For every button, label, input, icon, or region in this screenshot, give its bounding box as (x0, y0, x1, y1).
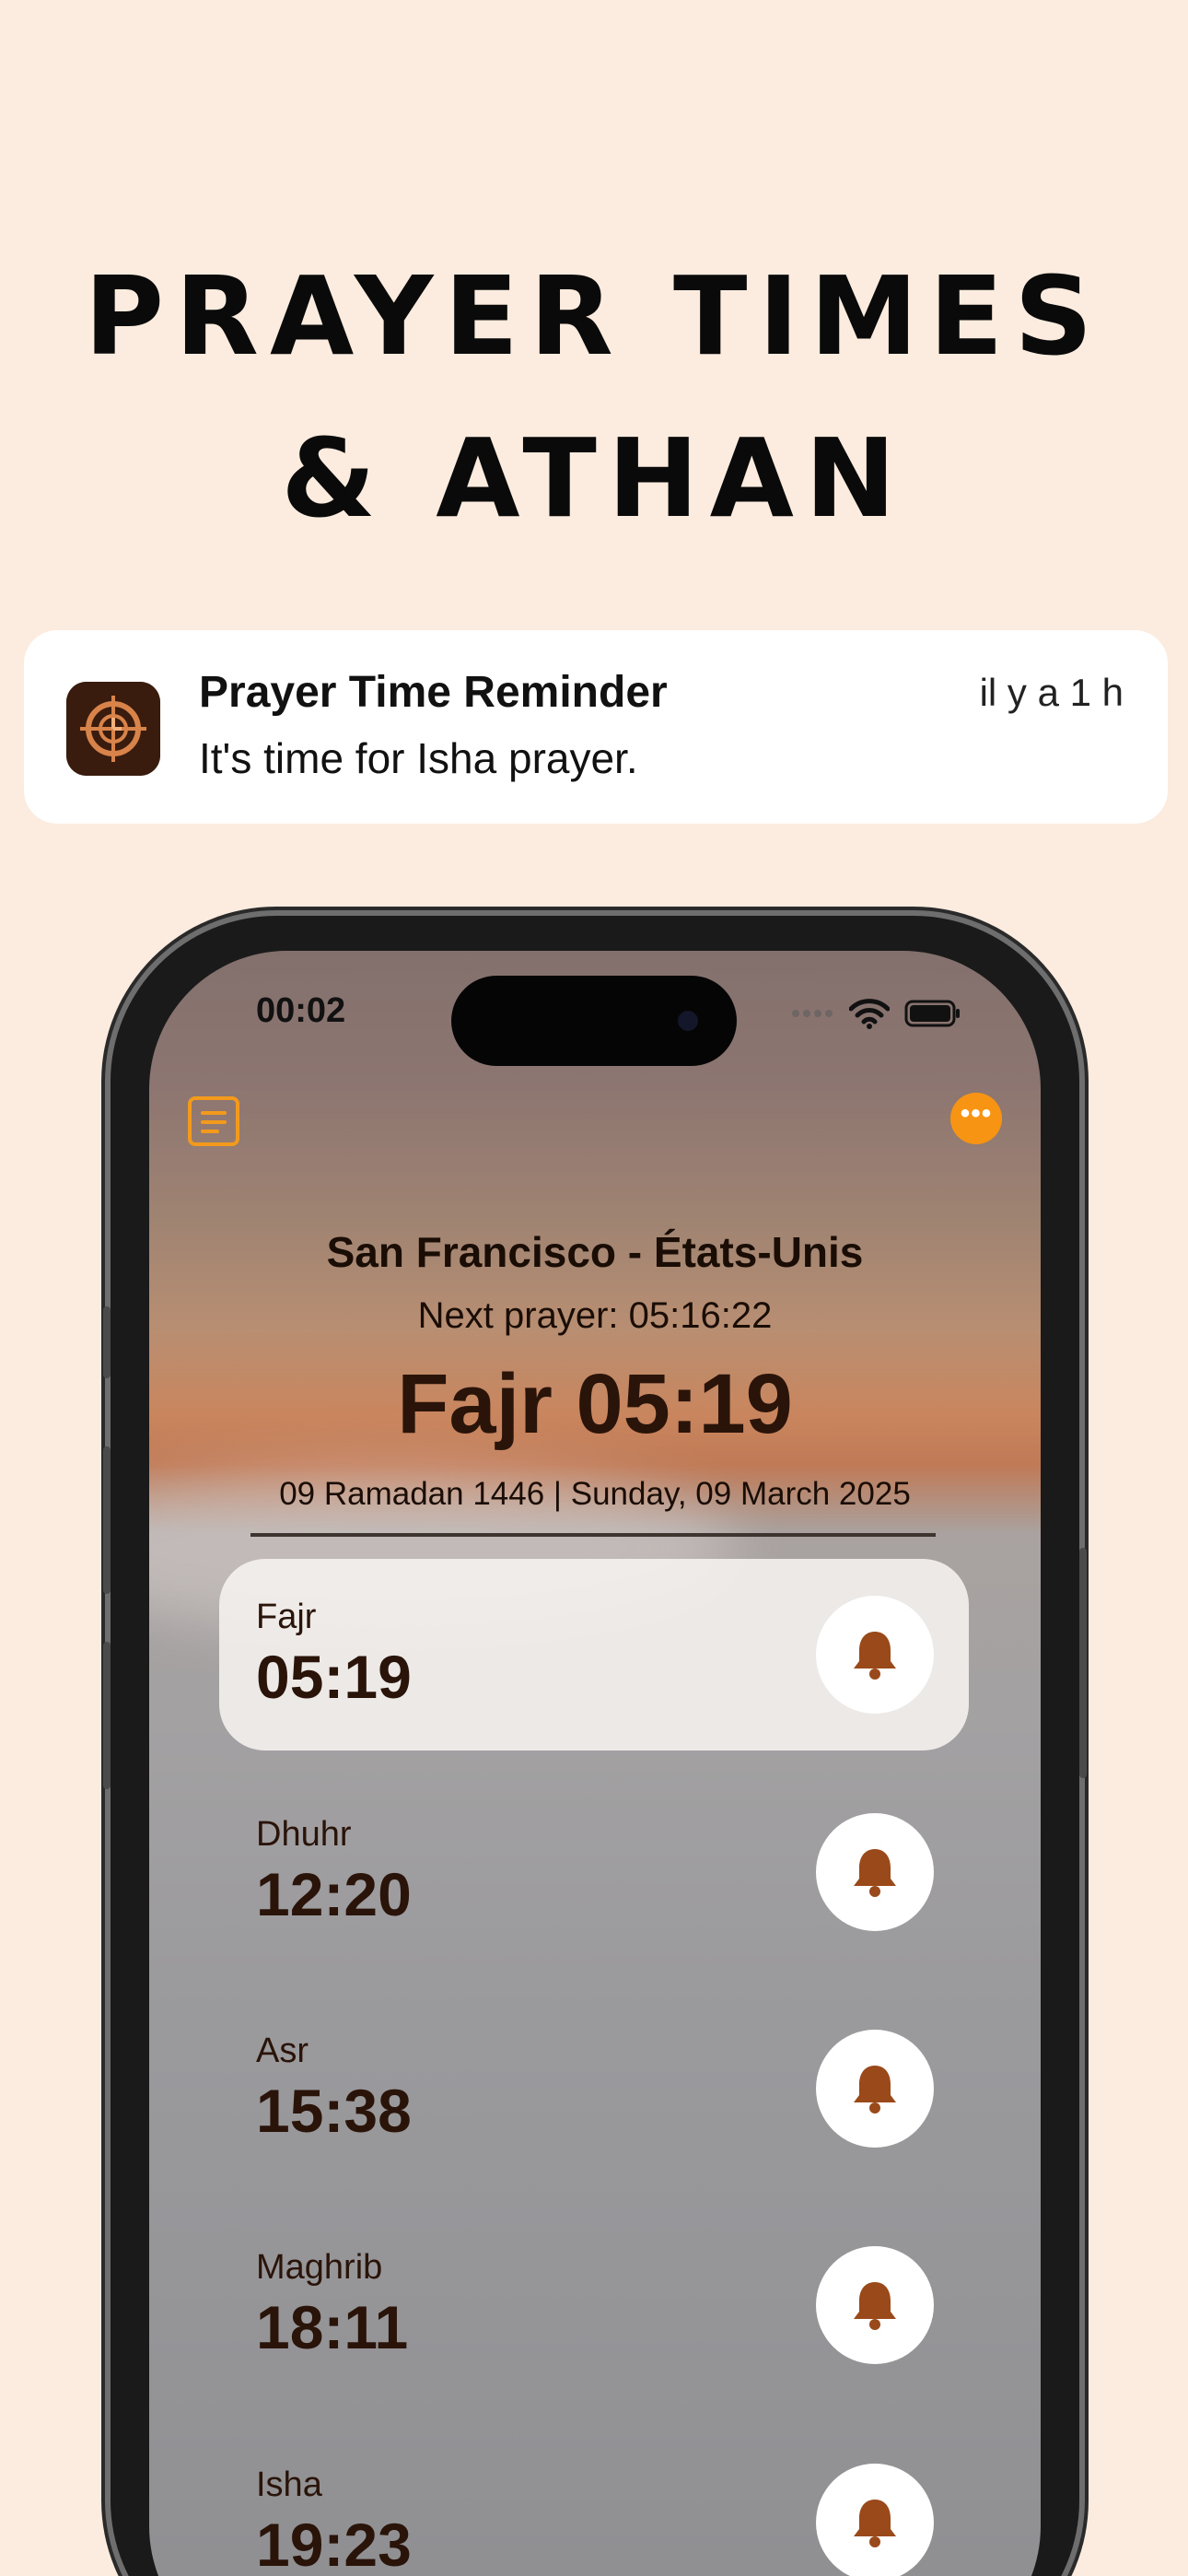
location-label: San Francisco - États-Unis (326, 1228, 864, 1276)
list-icon[interactable] (188, 1096, 239, 1146)
bell-icon (854, 2066, 896, 2113)
bell-button-fajr[interactable] (816, 1596, 934, 1714)
notification-body: It's time for Isha prayer. (199, 734, 638, 782)
volume-down-button (103, 1642, 111, 1789)
headline-line-1: PRAYER TIMES (84, 252, 1104, 380)
bell-icon (854, 1849, 896, 1897)
marketing-page: PRAYER TIMES & ATHAN Prayer Time Reminde… (0, 0, 1188, 2576)
camera-icon (678, 1011, 698, 1031)
prayer-name: Dhuhr (256, 1815, 352, 1854)
prayer-name: Asr (256, 2032, 309, 2070)
notification-banner[interactable]: Prayer Time Reminder It's time for Isha … (24, 630, 1168, 824)
prayer-row-isha[interactable]: Isha 19:23 (219, 2427, 969, 2576)
phone-screen: 00:02 ••• San Francisco - États-Unis Nex… (149, 951, 1041, 2576)
prayer-time: 15:38 (256, 2077, 412, 2145)
notification-title: Prayer Time Reminder (199, 668, 668, 717)
notification-time: il y a 1 h (979, 671, 1124, 714)
headline: PRAYER TIMES & ATHAN (0, 235, 1188, 559)
prayer-time: 12:20 (256, 1860, 412, 1928)
bell-button-dhuhr[interactable] (816, 1813, 934, 1931)
prayer-row-fajr[interactable]: Fajr 05:19 (219, 1559, 969, 1751)
date-label: 09 Ramadan 1446 | Sunday, 09 March 2025 (279, 1476, 911, 1512)
prayer-name: Maghrib (256, 2248, 383, 2287)
prayer-row-asr[interactable]: Asr 15:38 (219, 1993, 969, 2184)
status-time: 00:02 (256, 991, 346, 1030)
power-button (1079, 1548, 1087, 1778)
prayer-row-dhuhr[interactable]: Dhuhr 12:20 (219, 1776, 969, 1968)
prayer-row-maghrib[interactable]: Maghrib 18:11 (219, 2209, 969, 2401)
prayer-compass-clock-icon (66, 682, 160, 776)
action-button (103, 1306, 111, 1378)
wifi-icon (849, 999, 890, 1029)
bell-button-isha[interactable] (816, 2464, 934, 2576)
ellipsis-icon[interactable]: ••• (950, 1093, 1002, 1144)
headline-line-2: & ATHAN (281, 415, 907, 542)
prayer-time: 19:23 (256, 2511, 412, 2576)
divider (250, 1533, 936, 1537)
prayer-time: 18:11 (256, 2293, 409, 2361)
prayer-name: Fajr (256, 1598, 317, 1636)
bell-icon (854, 2500, 896, 2547)
bell-button-maghrib[interactable] (816, 2246, 934, 2364)
dynamic-island (451, 976, 737, 1066)
volume-up-button (103, 1446, 111, 1594)
current-prayer-title: Fajr 05:19 (397, 1357, 793, 1451)
next-prayer-countdown: Next prayer: 05:16:22 (417, 1295, 773, 1336)
status-icons (790, 995, 961, 1032)
battery-icon (904, 1000, 960, 1027)
prayer-name: Isha (256, 2465, 322, 2504)
bell-icon (854, 2282, 896, 2330)
prayer-time: 05:19 (256, 1643, 412, 1711)
bell-button-asr[interactable] (816, 2030, 934, 2148)
bell-icon (854, 1632, 896, 1680)
cellular-dots-icon (792, 1010, 833, 1017)
